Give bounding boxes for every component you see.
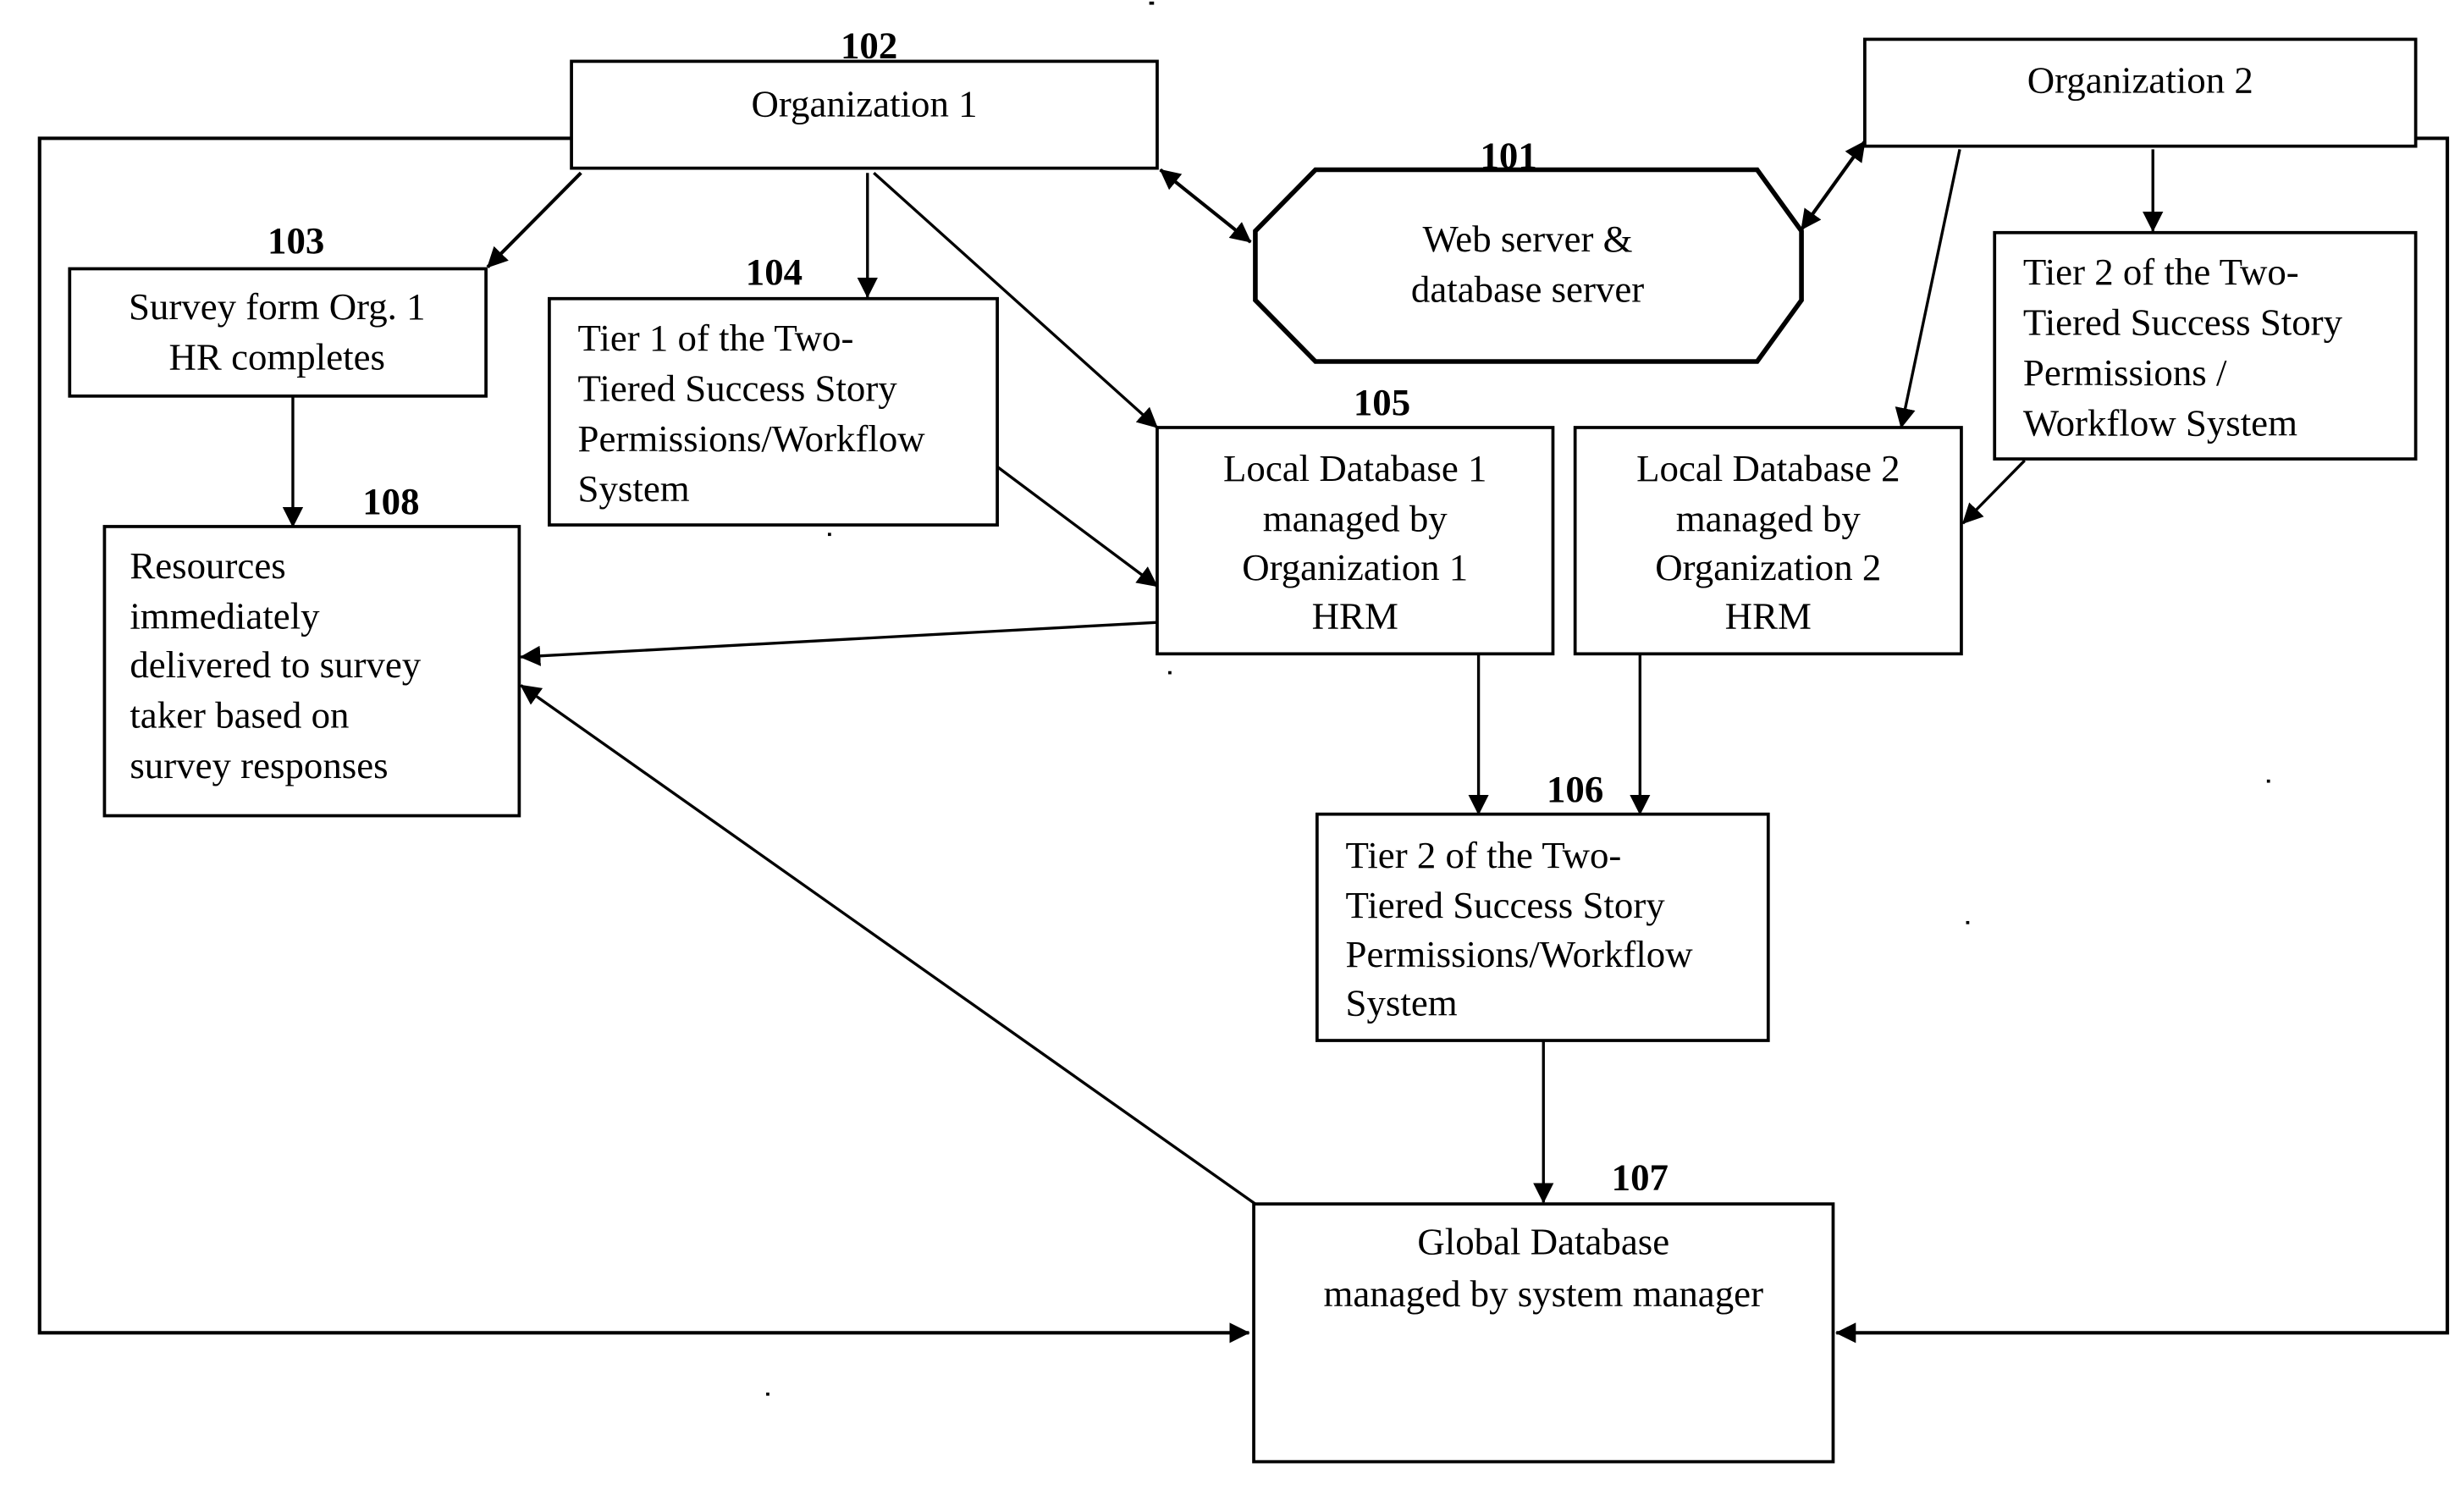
node-label: Local Database 1 — [1223, 447, 1486, 489]
node-organization-1: 102 Organization 1 — [570, 25, 1159, 170]
node-label: Organization 1 — [752, 83, 978, 125]
edge-org1-web-server — [1159, 168, 1252, 244]
edge-global-db-resources — [520, 684, 1256, 1206]
edge-local-db1-resources — [520, 621, 1158, 666]
node-label: survey responses — [130, 744, 388, 786]
edge-tier2-org2-local-db2 — [1961, 459, 2026, 525]
node-label: Tier 2 of the Two- — [2023, 251, 2299, 293]
node-label: immediately — [130, 595, 320, 637]
ref-label-106: 106 — [1547, 768, 1603, 810]
node-label: Permissions/Workflow — [1346, 933, 1694, 975]
node-label: HR completes — [169, 335, 385, 378]
edge-org2-web-server — [1800, 140, 1867, 231]
node-organization-2: Organization 2 — [1863, 37, 2418, 148]
node-label: System — [1346, 981, 1458, 1024]
node-label: Organization 2 — [1655, 546, 1881, 588]
scan-speck — [1966, 920, 1970, 924]
node-label: Web server & — [1423, 218, 1633, 260]
node-survey-form: 103 Survey form Org. 1 HR completes — [68, 219, 488, 398]
node-label: Global Database — [1417, 1221, 1669, 1263]
edge-tier1-local-db1 — [996, 466, 1158, 588]
node-resources: 108 Resources immediately delivered to s… — [102, 480, 521, 818]
node-label: Resources — [130, 544, 285, 587]
ref-label-101: 101 — [1480, 135, 1536, 177]
edge-org1-survey-form — [486, 171, 582, 269]
node-label: Local Database 2 — [1636, 447, 1900, 489]
node-label: Organization 1 — [1242, 546, 1468, 588]
node-tier2-org2: Tier 2 of the Two- Tiered Success Story … — [1993, 230, 2418, 461]
node-label: Tiered Success Story — [578, 367, 898, 410]
node-label: taker based on — [130, 694, 349, 737]
node-label: delivered to survey — [130, 643, 421, 686]
node-label: System — [578, 467, 690, 510]
node-label: HRM — [1312, 595, 1398, 637]
node-label: Workflow System — [2023, 401, 2297, 444]
node-label: Permissions / — [2023, 351, 2227, 394]
scan-speck — [1149, 1, 1155, 5]
node-label: managed by system manager — [1324, 1272, 1764, 1315]
node-label: Permissions/Workflow — [578, 417, 926, 460]
node-label: Tier 2 of the Two- — [1346, 834, 1622, 876]
node-local-database-1: 105 Local Database 1 managed by Organiza… — [1156, 381, 1555, 656]
scan-speck — [2266, 779, 2270, 783]
ref-label-102: 102 — [841, 25, 897, 67]
edge-org2-local-db2 — [1895, 149, 1961, 429]
node-label: Organization 2 — [2027, 59, 2253, 102]
ref-label-107: 107 — [1612, 1156, 1668, 1199]
node-label: Tiered Success Story — [2023, 301, 2343, 344]
ref-label-105: 105 — [1354, 381, 1410, 423]
scan-speck — [828, 533, 831, 537]
node-label: Tier 1 of the Two- — [578, 317, 854, 359]
node-tier2: 106 Tier 2 of the Two- Tiered Success St… — [1315, 768, 1770, 1042]
scan-speck — [766, 1392, 769, 1396]
scan-speck — [1168, 670, 1172, 675]
ref-label-104: 104 — [746, 251, 803, 293]
node-label: managed by — [1676, 498, 1862, 540]
ref-label-108: 108 — [362, 480, 419, 522]
node-tier1: 104 Tier 1 of the Two- Tiered Success St… — [548, 251, 999, 527]
node-label: Survey form Org. 1 — [129, 285, 426, 328]
node-label: database server — [1411, 268, 1644, 311]
node-web-server: 101 Web server & database server — [1253, 135, 1804, 364]
system-diagram: 102 Organization 1 Organization 2 101 We… — [37, 1, 2450, 1464]
ref-label-103: 103 — [268, 219, 324, 262]
node-local-database-2: Local Database 2 managed by Organization… — [1573, 426, 1963, 656]
node-label: Tiered Success Story — [1346, 884, 1666, 926]
node-label: HRM — [1725, 595, 1812, 637]
node-label: managed by — [1263, 498, 1448, 540]
